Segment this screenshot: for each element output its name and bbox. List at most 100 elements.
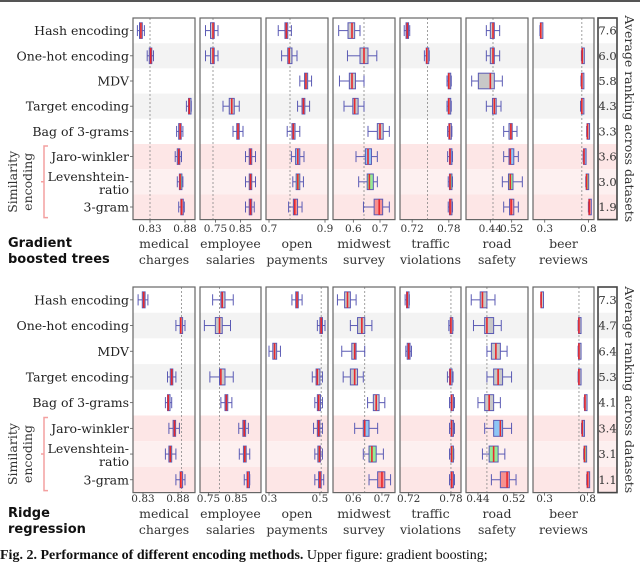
ranking-value: 4.7 [598, 319, 616, 333]
x-tick-label: 0.52 [502, 493, 525, 505]
row-band [200, 466, 261, 493]
ranking-value: 4.3 [598, 99, 616, 113]
dataset-name: survey [343, 522, 386, 537]
dataset-name: survey [343, 252, 386, 267]
row-band [400, 93, 461, 119]
row-band [266, 93, 328, 119]
row-band [133, 68, 195, 94]
method-label: MDV [97, 74, 130, 89]
row-band [333, 389, 395, 416]
ranking-value: 3.4 [598, 421, 616, 435]
row-band [533, 68, 594, 94]
ranking-value: 3.0 [598, 175, 616, 189]
ranking-value: 5.8 [598, 74, 616, 88]
x-tick-label: 0.6 [345, 223, 362, 235]
box [352, 97, 359, 115]
ranking-value: 1.9 [598, 200, 616, 214]
ranking-value: 3.6 [598, 150, 616, 164]
method-label: Hash encoding [34, 292, 129, 307]
row-band [200, 415, 261, 442]
row-band [533, 169, 594, 195]
method-label: One-hot encoding [16, 318, 129, 333]
dataset-name: charges [139, 522, 189, 537]
x-tick-label: 0.7 [374, 493, 391, 505]
row-band [533, 43, 594, 69]
dataset-name: violations [399, 252, 461, 267]
row-band [200, 338, 261, 365]
ridge-regression-chart: Hash encoding One-hot encoding MDV Target e… [5, 285, 637, 537]
x-tick-label: 0.3 [536, 493, 553, 505]
row-band [400, 68, 461, 94]
method-label: Jaro-winkler [49, 149, 129, 164]
ranking-value: 7.3 [598, 293, 616, 307]
row-band [533, 312, 594, 339]
row-band [266, 18, 328, 44]
dataset-name: medical [139, 506, 189, 521]
caption-rest: Upper figure: gradient boosting; [303, 548, 488, 563]
dataset-name: safety [478, 252, 517, 267]
box [484, 317, 495, 335]
model-label: regression [8, 522, 86, 537]
method-label: Target encoding [26, 99, 129, 114]
ranking-value: 7.6 [598, 24, 616, 38]
dataset-name: reviews [539, 252, 588, 267]
method-label: Hash encoding [34, 23, 129, 38]
ranking-value: 4.1 [598, 396, 616, 410]
x-tick-label: 0.83 [131, 493, 154, 505]
x-tick-label: 0.5 [312, 493, 329, 505]
row-band [133, 415, 195, 442]
row-band [266, 68, 328, 94]
ranking-value: 3.3 [598, 124, 616, 138]
method-label: Target encoding [26, 369, 129, 384]
row-band [133, 169, 195, 195]
row-band [133, 194, 195, 220]
dataset-name: salaries [206, 252, 255, 267]
method-label: Jaro-winkler [49, 421, 129, 436]
x-tick-label: 0.6 [345, 493, 362, 505]
ranking-value: 5.3 [598, 370, 616, 384]
ranking-value: 1.1 [598, 473, 616, 487]
row-band [133, 441, 195, 467]
ranking-value: 6.4 [598, 344, 616, 358]
row-band [133, 118, 195, 144]
x-tick-label: 0.78 [439, 493, 462, 505]
rank-axis-label: Average ranking across datasets [622, 285, 637, 493]
x-tick-label: 0.44 [466, 493, 490, 505]
group-label-line: encoding [20, 153, 35, 211]
x-tick-label: 0.88 [173, 223, 196, 235]
row-band [200, 441, 261, 467]
dataset-name: traffic [411, 506, 449, 521]
row-band [133, 364, 195, 390]
method-label: MDV [97, 344, 130, 359]
x-tick-label: 0.8 [579, 493, 596, 505]
x-tick-label: 0.7 [261, 223, 278, 235]
dataset-name: employee [200, 236, 261, 251]
x-tick-label: 0.3 [536, 223, 553, 235]
x-tick-label: 0.72 [397, 493, 420, 505]
x-tick-label: 0.83 [138, 223, 161, 235]
box [477, 72, 495, 90]
box [479, 291, 488, 309]
dataset-name: salaries [206, 522, 255, 537]
encoding-performance-figure: Hash encoding One-hot encoding MDV Target e… [5, 14, 637, 537]
x-tick-label: 0.52 [500, 223, 523, 235]
gradient-boosting-chart: Hash encoding One-hot encoding MDV Target e… [5, 14, 637, 267]
row-band [533, 338, 594, 365]
method-label: One-hot encoding [16, 48, 129, 63]
x-tick-label: 0.3 [261, 493, 278, 505]
dataset-name: road [483, 506, 512, 521]
row-band [133, 466, 195, 493]
row-band [533, 364, 594, 390]
x-tick-label: 0.72 [400, 223, 423, 235]
x-tick-label: 0.8 [580, 223, 597, 235]
row-band [200, 118, 261, 144]
dataset-name: road [483, 236, 512, 251]
dataset-name: midwest [337, 506, 390, 521]
x-tick-label: 0.9 [317, 223, 334, 235]
x-tick-label: 0.85 [224, 493, 247, 505]
dataset-name: midwest [337, 236, 390, 251]
ranking-value: 6.0 [598, 49, 616, 63]
dataset-name: traffic [411, 236, 449, 251]
dataset-name: medical [139, 236, 189, 251]
method-label: 3-gram [84, 472, 130, 487]
